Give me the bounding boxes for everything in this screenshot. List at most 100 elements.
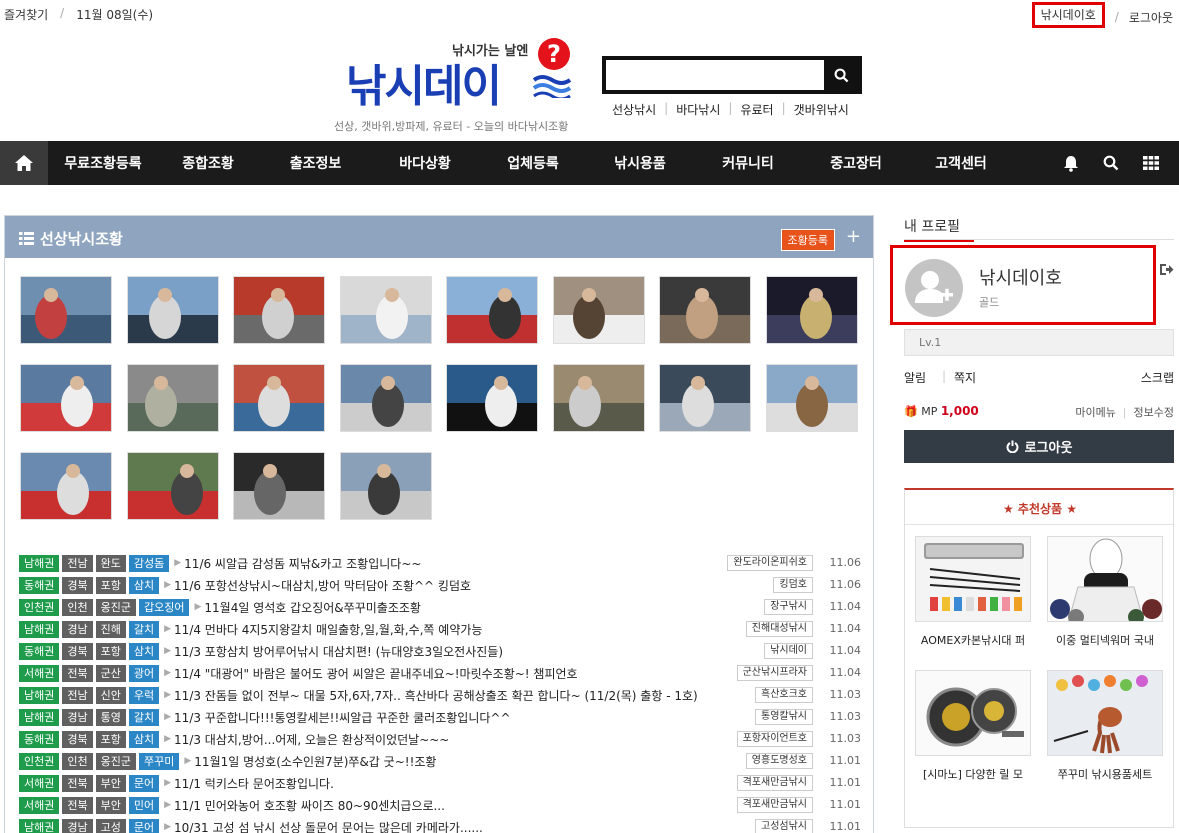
province-tag[interactable]: 전북 bbox=[62, 664, 93, 682]
product-image-reel[interactable] bbox=[915, 670, 1031, 756]
photo-thumbnail[interactable] bbox=[20, 364, 112, 432]
region-tag[interactable]: 서해권 bbox=[19, 664, 60, 682]
photo-thumbnail[interactable] bbox=[552, 276, 645, 344]
area-tag[interactable]: 포항 bbox=[95, 642, 126, 660]
photo-thumbnail[interactable] bbox=[552, 364, 645, 432]
report-subject[interactable]: 11월1일 명성호(소수인원7분)쭈&갑 굿~!!조황 bbox=[194, 753, 436, 770]
register-report-button[interactable]: 조황등록 bbox=[780, 229, 835, 251]
nav-item[interactable]: 종합조황 bbox=[158, 153, 258, 173]
province-tag[interactable]: 전남 bbox=[62, 686, 93, 704]
product-name[interactable]: 이중 멀티넥워머 국내 bbox=[1047, 632, 1163, 648]
search-input[interactable] bbox=[606, 60, 824, 90]
province-tag[interactable]: 전북 bbox=[62, 796, 93, 814]
photo-thumbnail[interactable] bbox=[233, 276, 325, 344]
report-subject[interactable]: 11/6 포항선상낚시~대삼치,방어 막터담아 조황^^ 킹덤호 bbox=[174, 577, 471, 594]
province-tag[interactable]: 인천 bbox=[62, 752, 93, 770]
report-author[interactable]: 고성섬낚시 bbox=[755, 819, 813, 833]
fish-tag[interactable]: 갈치 bbox=[128, 708, 160, 726]
region-tag[interactable]: 남해권 bbox=[19, 554, 60, 572]
fish-tag[interactable]: 삼치 bbox=[128, 730, 160, 748]
area-tag[interactable]: 옹진군 bbox=[95, 598, 136, 616]
photo-thumbnail[interactable] bbox=[233, 364, 325, 432]
photo-thumbnail[interactable] bbox=[339, 364, 432, 432]
product-item[interactable]: [시마노] 다양한 릴 모 bbox=[915, 670, 1031, 782]
bookmark-link[interactable]: 즐겨찾기 bbox=[4, 6, 48, 23]
report-row[interactable]: 남해권 경남 진해 갈치 ▶ 11/4 먼바다 4지5지왕갈치 매일출항,일,월,화,수,… bbox=[19, 618, 861, 640]
product-item[interactable]: 이중 멀티넥워머 국내 bbox=[1047, 536, 1163, 648]
province-tag[interactable]: 경북 bbox=[62, 576, 93, 594]
product-name[interactable]: [시마노] 다양한 릴 모 bbox=[915, 766, 1031, 782]
nav-item[interactable]: 낚시용품 bbox=[589, 153, 691, 173]
area-tag[interactable]: 포항 bbox=[95, 576, 126, 594]
photo-thumbnail[interactable] bbox=[659, 364, 751, 432]
report-author[interactable]: 흑산호크호 bbox=[755, 687, 813, 703]
province-tag[interactable]: 경남 bbox=[62, 620, 93, 638]
region-tag[interactable]: 인천권 bbox=[19, 598, 60, 616]
home-button[interactable] bbox=[0, 141, 48, 185]
nav-item[interactable]: 업체등록 bbox=[477, 153, 589, 173]
my-menu-link[interactable]: 마이메뉴 bbox=[1075, 406, 1115, 419]
panel-title[interactable]: 선상낚시조황 bbox=[19, 228, 123, 249]
photo-thumbnail[interactable] bbox=[446, 364, 538, 432]
search-button[interactable] bbox=[824, 60, 858, 90]
report-row[interactable]: 남해권 전남 신안 우럭 ▶ 11/3 잔돔들 없이 전부~ 대물 5자,6자,7자.. … bbox=[19, 684, 861, 706]
report-author[interactable]: 진해대성낚시 bbox=[745, 621, 813, 637]
region-tag[interactable]: 남해권 bbox=[19, 620, 60, 638]
area-tag[interactable]: 부안 bbox=[95, 774, 126, 792]
report-subject[interactable]: 11/6 씨알급 감성돔 찌낚&카고 조황입니다~~ bbox=[184, 555, 421, 572]
report-author[interactable]: 포항자이언트호 bbox=[736, 731, 813, 747]
report-row[interactable]: 남해권 경남 고성 문어 ▶ 10/31 고성 섬 낚시 선상 돌문어 문어는 많은데 카… bbox=[19, 816, 861, 833]
alarm-link[interactable]: 알림 bbox=[904, 369, 926, 386]
quick-link[interactable]: 바다낚시 bbox=[676, 101, 720, 118]
region-tag[interactable]: 남해권 bbox=[19, 818, 60, 833]
fish-tag[interactable]: 우럭 bbox=[128, 686, 160, 704]
report-subject[interactable]: 11/3 포항삼치 방어루어낚시 대삼치편! (뉴대양호3일오전사진들) bbox=[174, 643, 503, 660]
photo-thumbnail[interactable] bbox=[126, 364, 219, 432]
province-tag[interactable]: 경남 bbox=[62, 708, 93, 726]
fish-tag[interactable]: 민어 bbox=[128, 796, 160, 814]
fish-tag[interactable]: 문어 bbox=[128, 818, 160, 833]
photo-thumbnail[interactable] bbox=[339, 452, 432, 520]
report-subject[interactable]: 11/3 대삼치,방어...어제, 오늘은 환상적이었던날~~~ bbox=[174, 731, 449, 748]
more-plus-button[interactable]: + bbox=[846, 226, 861, 247]
fish-tag[interactable]: 문어 bbox=[128, 774, 160, 792]
edit-info-link[interactable]: 정보수정 bbox=[1134, 406, 1174, 419]
product-item[interactable]: 쭈꾸미 낚시용품세트 bbox=[1047, 670, 1163, 782]
region-tag[interactable]: 동해권 bbox=[19, 576, 60, 594]
photo-thumbnail[interactable] bbox=[126, 276, 219, 344]
province-tag[interactable]: 경남 bbox=[62, 818, 93, 833]
fish-tag[interactable]: 감성돔 bbox=[128, 554, 170, 572]
report-author[interactable]: 격포새만금낚시 bbox=[736, 797, 813, 813]
photo-thumbnail[interactable] bbox=[126, 452, 219, 520]
report-row[interactable]: 남해권 경남 통영 갈치 ▶ 11/3 꾸준합니다!!!통영칼세븐!!씨알급 꾸준한 쿨러… bbox=[19, 706, 861, 728]
report-author[interactable]: 통영칼낚시 bbox=[755, 709, 813, 725]
product-name[interactable]: 쭈꾸미 낚시용품세트 bbox=[1047, 766, 1163, 782]
area-tag[interactable]: 부안 bbox=[95, 796, 126, 814]
photo-thumbnail[interactable] bbox=[765, 364, 858, 432]
photo-thumbnail[interactable] bbox=[765, 276, 858, 344]
grid-menu-icon[interactable] bbox=[1143, 156, 1159, 170]
region-tag[interactable]: 남해권 bbox=[19, 686, 60, 704]
fish-tag[interactable]: 삼치 bbox=[128, 642, 160, 660]
photo-thumbnail[interactable] bbox=[659, 276, 751, 344]
fish-tag[interactable]: 쭈꾸미 bbox=[139, 752, 180, 770]
report-author[interactable]: 군산낚시프라자 bbox=[736, 665, 813, 681]
nav-item[interactable]: 출조정보 bbox=[258, 153, 373, 173]
region-tag[interactable]: 동해권 bbox=[19, 730, 60, 748]
photo-thumbnail[interactable] bbox=[20, 452, 112, 520]
region-tag[interactable]: 서해권 bbox=[19, 796, 60, 814]
report-row[interactable]: 서해권 전북 군산 광어 ▶ 11/4 "대광어" 바람은 불어도 광어 씨알은 끝내주네… bbox=[19, 662, 861, 684]
scrap-link[interactable]: 스크랩 bbox=[1141, 369, 1174, 386]
product-image-rod[interactable] bbox=[915, 536, 1031, 622]
photo-thumbnail[interactable] bbox=[339, 276, 432, 344]
area-tag[interactable]: 완도 bbox=[95, 554, 126, 572]
nav-item[interactable]: 무료조황등록 bbox=[48, 153, 158, 173]
report-row[interactable]: 서해권 전북 부안 민어 ▶ 11/1 민어와농어 호조황 싸이즈 80~90센치급으로.… bbox=[19, 794, 861, 816]
quick-link[interactable]: 유료터 bbox=[740, 101, 773, 118]
report-subject[interactable]: 11/4 먼바다 4지5지왕갈치 매일출항,일,월,화,수,쪽 예약가능 bbox=[174, 621, 482, 638]
product-name[interactable]: AOMEX카본낚시대 퍼 bbox=[915, 632, 1031, 648]
area-tag[interactable]: 고성 bbox=[95, 818, 126, 833]
fish-tag[interactable]: 광어 bbox=[128, 664, 160, 682]
memo-link[interactable]: 쪽지 bbox=[954, 369, 976, 386]
area-tag[interactable]: 통영 bbox=[95, 708, 126, 726]
